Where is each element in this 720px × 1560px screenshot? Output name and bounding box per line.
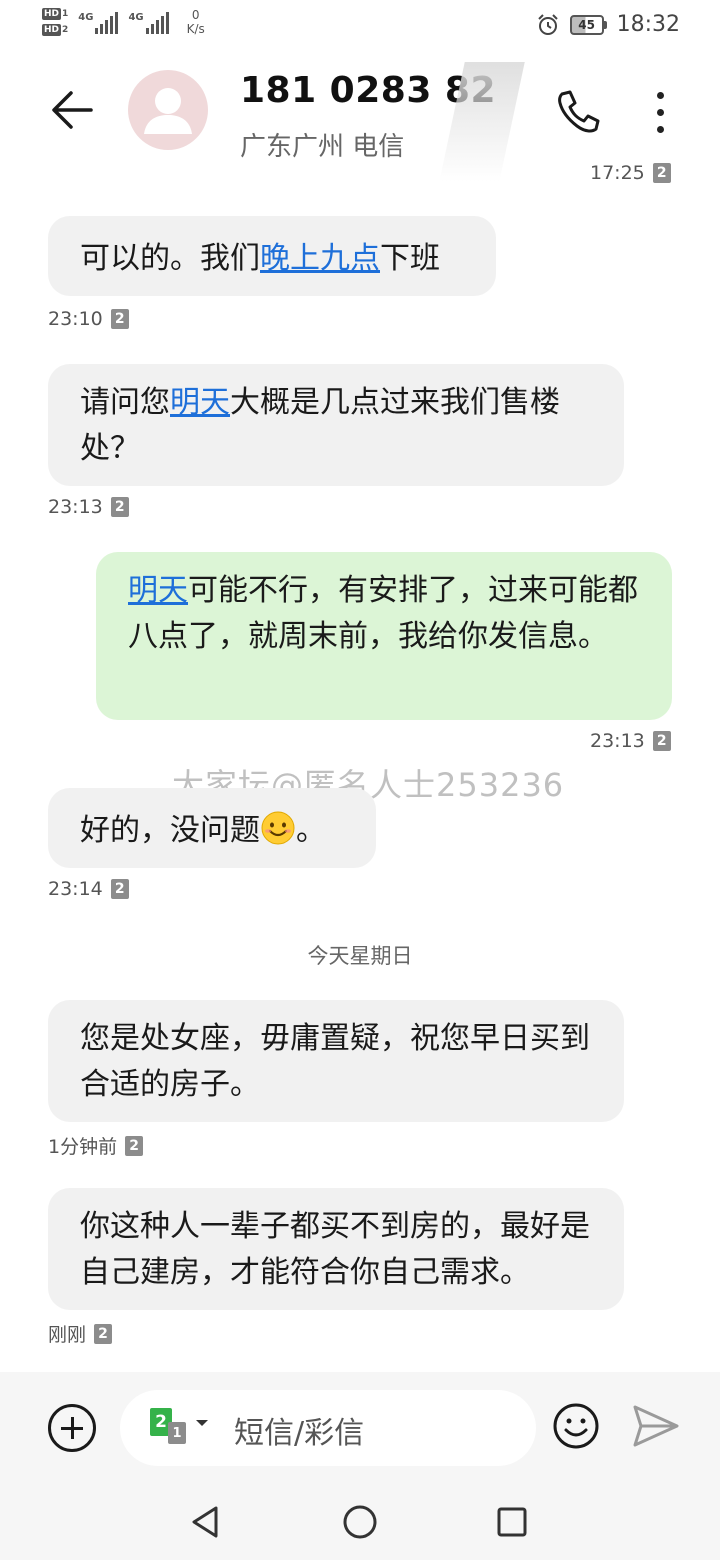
nav-home-button[interactable] bbox=[342, 1504, 378, 1540]
message-time: 23:13 bbox=[48, 496, 103, 518]
sim-secondary-icon: 1 bbox=[168, 1422, 186, 1444]
hd-sim-number: 2 bbox=[62, 25, 69, 35]
hd-sim1: HD 1 bbox=[42, 8, 68, 20]
message-meta-partial: 17:25 2 bbox=[590, 162, 671, 184]
message-time: 刚刚 bbox=[48, 1324, 87, 1346]
send-button[interactable] bbox=[632, 1404, 680, 1448]
conversation-header: 181 0283 82 广东广州 电信 bbox=[0, 52, 720, 182]
add-attachment-button[interactable] bbox=[48, 1404, 96, 1452]
status-time: 18:32 bbox=[616, 12, 680, 37]
message-time: 1分钟前 bbox=[48, 1136, 118, 1158]
signal-bars-icon bbox=[145, 12, 169, 34]
message-time: 23:10 bbox=[48, 308, 103, 330]
hd-label: HD bbox=[42, 24, 62, 36]
incoming-message-bubble[interactable]: 您是处女座，毋庸置疑，祝您早日买到合适的房子。 bbox=[48, 1000, 624, 1122]
nav-home-icon bbox=[343, 1505, 377, 1539]
message-meta: 1分钟前 2 bbox=[48, 1132, 144, 1159]
back-arrow-icon bbox=[52, 91, 93, 129]
hd-sim2: HD 2 bbox=[42, 24, 68, 36]
sim-badge-icon: 2 bbox=[94, 1323, 113, 1344]
date-separator: 今天星期日 bbox=[307, 944, 413, 968]
call-button[interactable] bbox=[552, 86, 604, 138]
signal-bars-icon bbox=[95, 12, 119, 34]
message-text: 您是处女座，毋庸置疑，祝您早日买到合适的房子。 bbox=[80, 1021, 590, 1102]
person-icon bbox=[144, 88, 192, 134]
status-right: 45 18:32 bbox=[536, 12, 680, 37]
message-list[interactable]: 17:25 2 可以的。我们晚上九点下班 23:10 2 请问您明天大概是几点过… bbox=[0, 162, 720, 1372]
emoji-button[interactable] bbox=[552, 1402, 600, 1450]
more-options-button[interactable] bbox=[638, 86, 682, 138]
message-text: 。 bbox=[296, 813, 326, 848]
smile-emoji-icon bbox=[261, 811, 295, 845]
network-speed: 0 K/s bbox=[187, 8, 205, 36]
signal-sim2: 4G bbox=[128, 12, 169, 34]
battery-icon: 45 bbox=[569, 14, 607, 35]
sim-badge-icon: 2 bbox=[652, 731, 671, 751]
message-text: 好的，没问题 bbox=[80, 813, 260, 848]
hd-sim-number: 1 bbox=[62, 9, 69, 19]
navigation-bar bbox=[0, 1484, 720, 1560]
message-text: 下班 bbox=[380, 241, 440, 276]
sim-badge-icon: 2 bbox=[125, 1135, 144, 1156]
message-text: 可能不行，有安排了，过来可能都八点了，就周末前，我给你发信息。 bbox=[128, 573, 638, 654]
more-icon-dot bbox=[656, 91, 664, 99]
network-type-label: 4G bbox=[128, 12, 144, 23]
more-icon-dot bbox=[656, 108, 664, 116]
status-bar: HD 1 HD 2 4G 4G 0 K/s 45 18:32 bbox=[0, 0, 720, 52]
sim-badge-icon: 2 bbox=[652, 163, 671, 183]
sim-selector[interactable]: 2 1 bbox=[150, 1408, 214, 1448]
message-text: 可以的。我们 bbox=[80, 241, 260, 276]
message-input[interactable]: 2 1 短信/彩信 bbox=[120, 1390, 536, 1466]
message-meta: 23:13 2 bbox=[48, 496, 129, 518]
incoming-message-bubble[interactable]: 你这种人一辈子都买不到房的，最好是自己建房，才能符合你自己需求。 bbox=[48, 1188, 624, 1310]
time-link[interactable]: 晚上九点 bbox=[260, 241, 380, 276]
incoming-message-bubble[interactable]: 可以的。我们晚上九点下班 bbox=[48, 216, 496, 296]
message-text: 请问您 bbox=[80, 385, 170, 420]
nav-recents-icon bbox=[497, 1507, 527, 1537]
incoming-message-bubble[interactable]: 请问您明天大概是几点过来我们售楼处？ bbox=[48, 364, 624, 486]
message-composer: 2 1 短信/彩信 bbox=[0, 1372, 720, 1484]
avatar[interactable] bbox=[128, 70, 208, 150]
input-placeholder: 短信/彩信 bbox=[234, 1416, 365, 1451]
hd-indicators: HD 1 HD 2 bbox=[42, 8, 68, 36]
sim-badge-icon: 2 bbox=[110, 879, 129, 899]
status-left: HD 1 HD 2 4G 4G 0 K/s bbox=[42, 8, 205, 36]
battery-level: 45 bbox=[569, 14, 604, 35]
nav-back-icon bbox=[192, 1506, 218, 1538]
network-type-label: 4G bbox=[78, 12, 94, 23]
network-speed-unit: K/s bbox=[186, 22, 205, 36]
message-meta: 23:14 2 bbox=[48, 878, 129, 900]
network-speed-value: 0 bbox=[191, 8, 200, 22]
sim-badge-icon: 2 bbox=[110, 497, 129, 517]
chevron-down-icon bbox=[196, 1420, 208, 1426]
hd-label: HD bbox=[42, 8, 62, 20]
incoming-message-bubble[interactable]: 好的，没问题 。 bbox=[48, 788, 376, 868]
emoji-icon bbox=[553, 1403, 599, 1449]
message-text: 你这种人一辈子都买不到房的，最好是自己建房，才能符合你自己需求。 bbox=[80, 1209, 590, 1290]
signal-sim1: 4G bbox=[78, 12, 119, 34]
send-icon bbox=[633, 1405, 679, 1447]
message-time: 23:14 bbox=[48, 878, 103, 900]
back-button[interactable] bbox=[46, 84, 98, 136]
date-link[interactable]: 明天 bbox=[128, 573, 188, 608]
alarm-icon bbox=[537, 13, 558, 35]
message-time: 17:25 bbox=[590, 162, 645, 184]
outgoing-message-bubble[interactable]: 明天可能不行，有安排了，过来可能都八点了，就周末前，我给你发信息。 bbox=[96, 552, 672, 720]
nav-recents-button[interactable] bbox=[494, 1504, 530, 1540]
nav-back-button[interactable] bbox=[188, 1504, 224, 1540]
call-icon bbox=[558, 90, 600, 133]
message-time: 23:13 bbox=[590, 730, 645, 752]
message-meta: 23:10 2 bbox=[48, 308, 129, 330]
contact-location: 广东广州 电信 bbox=[240, 132, 405, 162]
date-link[interactable]: 明天 bbox=[170, 385, 230, 420]
sim-badge-icon: 2 bbox=[110, 309, 129, 329]
more-icon-dot bbox=[656, 125, 664, 133]
message-meta: 刚刚 2 bbox=[48, 1320, 113, 1347]
message-meta: 23:13 2 bbox=[590, 730, 671, 752]
